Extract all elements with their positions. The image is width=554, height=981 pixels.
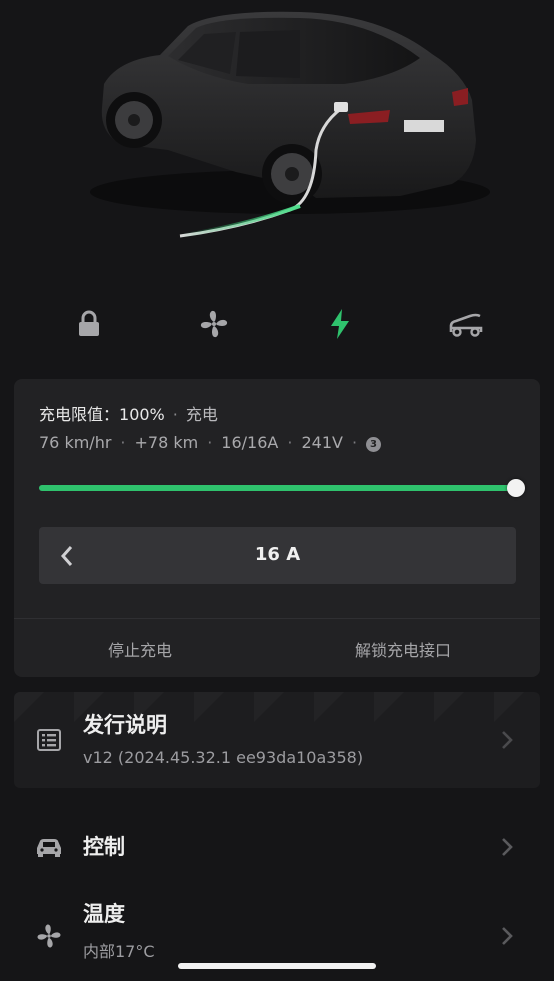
charge-limit-line: 充电限值：100% · 充电 [39,401,218,425]
unlock-charge-port-button[interactable]: 解锁充电接口 [355,637,451,661]
chevron-right-icon [502,927,513,945]
added-range: +78 km [134,433,199,452]
separator-dot: · [172,405,178,424]
release-notes-version: v12 (2024.45.32.1 ee93da10a358) [83,748,364,767]
amps-stepper: 16 A [39,527,516,584]
release-notes-title: 发行说明 [83,713,167,737]
charge-rate: 76 km/hr [39,433,112,452]
charge-current: 16/16A [221,433,279,452]
charge-limit-label: 充电限值： [39,405,120,424]
car-icon [34,832,64,862]
charging-button[interactable] [316,300,364,348]
fan-icon [200,310,228,338]
chevron-right-icon [502,838,513,856]
decorative-pattern [14,692,524,722]
charge-voltage: 241V [301,433,343,452]
frunk-icon [449,313,483,337]
quick-controls [0,300,554,350]
phase-badge[interactable]: 3 [366,437,382,452]
charge-mode: 充电 [185,405,218,424]
chevron-right-icon [502,731,513,749]
tesla-app-screen: 充电限值：100% · 充电 76 km/hr · +78 km · 16/16A · 241V… [0,0,554,981]
climate-title: 温度 [83,902,125,926]
car-image [90,11,490,238]
charge-limit-slider[interactable] [39,479,525,499]
charging-bolt-icon [331,309,349,339]
charging-card: 充电限值：100% · 充电 76 km/hr · +78 km · 16/16A · 241V… [14,379,540,677]
release-notes-row[interactable]: 发行说明 v12 (2024.45.32.1 ee93da10a358) [14,692,540,788]
release-notes-icon [34,725,64,755]
frunk-button[interactable] [442,300,490,348]
stop-charging-button[interactable]: 停止充电 [108,637,172,661]
slider-thumb[interactable] [507,479,525,497]
climate-button[interactable] [190,300,238,348]
lock-icon [79,310,99,336]
interior-temperature: 内部17°C [83,942,155,961]
climate-row[interactable]: 温度 内部17°C [14,888,540,968]
lock-button[interactable] [65,300,113,348]
amps-value: 16 A [254,544,301,565]
charge-limit-value: 100% [119,405,165,424]
fan-icon [34,921,64,951]
slider-fill [39,485,516,491]
controls-title: 控制 [83,835,125,859]
controls-row[interactable]: 控制 [14,815,540,881]
charge-stats-line: 76 km/hr · +78 km · 16/16A · 241V · 3 [39,433,382,452]
home-indicator[interactable] [178,963,376,969]
divider [14,618,540,619]
